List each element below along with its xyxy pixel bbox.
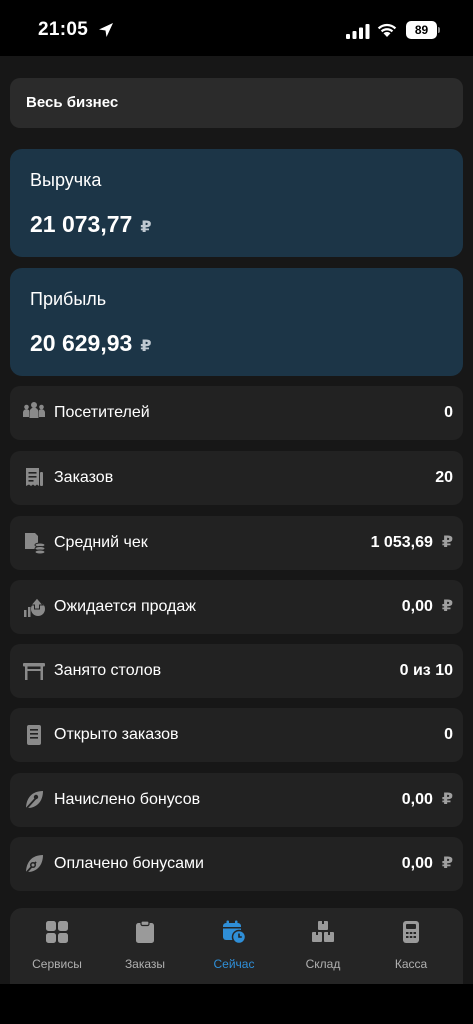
bottom-tab-bar: Сервисы Заказы Сейчас Склад Касса [10,908,463,984]
stat-value: 0 из 10 [400,644,453,698]
business-selector[interactable]: Весь бизнес [10,78,463,128]
stat-value: 0,00 ₽ [402,837,453,891]
battery-indicator: 89 [406,21,437,39]
bonus-paid-icon [25,855,43,874]
stat-label: Заказов [54,469,114,486]
stat-number: 0 [444,726,453,743]
tab-orders[interactable]: Заказы [100,908,190,984]
stat-label: Посетителей [54,404,150,421]
clipboard-icon [136,920,154,943]
cash-register-icon [403,921,419,943]
tab-label: Заказы [124,957,166,971]
stat-number: 0,00 [401,791,433,808]
battery-tip [438,27,440,33]
stat-number: 0 [444,404,453,421]
visitors-icon [23,402,45,418]
profit-card[interactable]: Прибыль 20 629,93 ₽ [10,268,463,376]
growth-icon [24,597,45,617]
stat-label: Занято столов [54,662,162,679]
status-bar: 21:05 89 [0,0,473,56]
wifi-icon [377,23,397,37]
app-screen: Весь бизнес Выручка 21 073,77 ₽ Прибыль 2… [0,56,473,984]
stat-currency: ₽ [441,598,453,615]
stat-label: Оплачено бонусами [54,855,204,872]
stat-currency: ₽ [441,855,453,872]
stat-value: 1 053,69 ₽ [371,516,453,570]
home-indicator-area [0,984,473,1024]
location-arrow-icon [99,23,113,37]
calendar-clock-icon [223,920,246,944]
revenue-label: Выручка [30,170,102,190]
stat-number: 20 [435,469,453,486]
stat-row-expected-sales[interactable]: Ожидается продаж 0,00 ₽ [10,580,463,634]
cellular-signal-icon [346,24,370,39]
status-time: 21:05 [38,19,89,40]
revenue-currency: ₽ [140,219,152,236]
stat-label: Открыто заказов [54,726,179,743]
stat-row-average-check[interactable]: Средний чек 1 053,69 ₽ [10,516,463,570]
tab-services[interactable]: Сервисы [12,908,102,984]
stat-row-open-orders[interactable]: Открыто заказов 0 [10,708,463,762]
tab-label: Склад [305,957,341,971]
tab-cashier[interactable]: Касса [366,908,456,984]
stat-row-paid-with-bonuses[interactable]: Оплачено бонусами 0,00 ₽ [10,837,463,891]
tab-now[interactable]: Сейчас [189,908,279,984]
coins-icon [25,533,46,555]
profit-value-line: 20 629,93 ₽ [30,330,151,357]
stat-value: 0 [444,386,453,440]
stat-currency: ₽ [441,791,453,808]
stat-label: Средний чек [54,534,148,551]
stat-number: 1 053,69 [370,534,433,551]
tab-label: Сервисы [32,957,82,971]
stat-row-orders[interactable]: Заказов 20 [10,451,463,505]
stat-label: Начислено бонусов [54,791,201,808]
stat-row-tables-occupied[interactable]: Занято столов 0 из 10 [10,644,463,698]
stat-number: 0,00 [401,598,433,615]
stat-number: 0 из 10 [399,662,453,679]
boxes-icon [312,921,334,942]
tab-label: Касса [394,957,428,971]
stat-row-bonuses-accrued[interactable]: Начислено бонусов 0,00 ₽ [10,773,463,827]
stat-value: 0,00 ₽ [402,773,453,827]
table-icon [23,663,45,680]
revenue-value-line: 21 073,77 ₽ [30,211,151,238]
stat-value: 20 [435,451,453,505]
document-icon [27,725,41,745]
stat-value: 0 [444,708,453,762]
grid-icon [46,921,68,943]
receipt-icon [26,468,43,486]
stat-currency: ₽ [441,534,453,551]
profit-value: 20 629,93 [30,330,133,356]
revenue-value: 21 073,77 [30,211,133,237]
stat-value: 0,00 ₽ [402,580,453,634]
stat-label: Ожидается продаж [54,598,196,615]
stat-number: 0,00 [401,855,433,872]
stat-row-visitors[interactable]: Посетителей 0 [10,386,463,440]
bonus-leaf-icon [25,791,43,810]
profit-label: Прибыль [30,289,107,309]
revenue-card[interactable]: Выручка 21 073,77 ₽ [10,149,463,257]
tab-label: Сейчас [213,957,255,971]
profit-currency: ₽ [140,338,152,355]
tab-warehouse[interactable]: Склад [278,908,368,984]
